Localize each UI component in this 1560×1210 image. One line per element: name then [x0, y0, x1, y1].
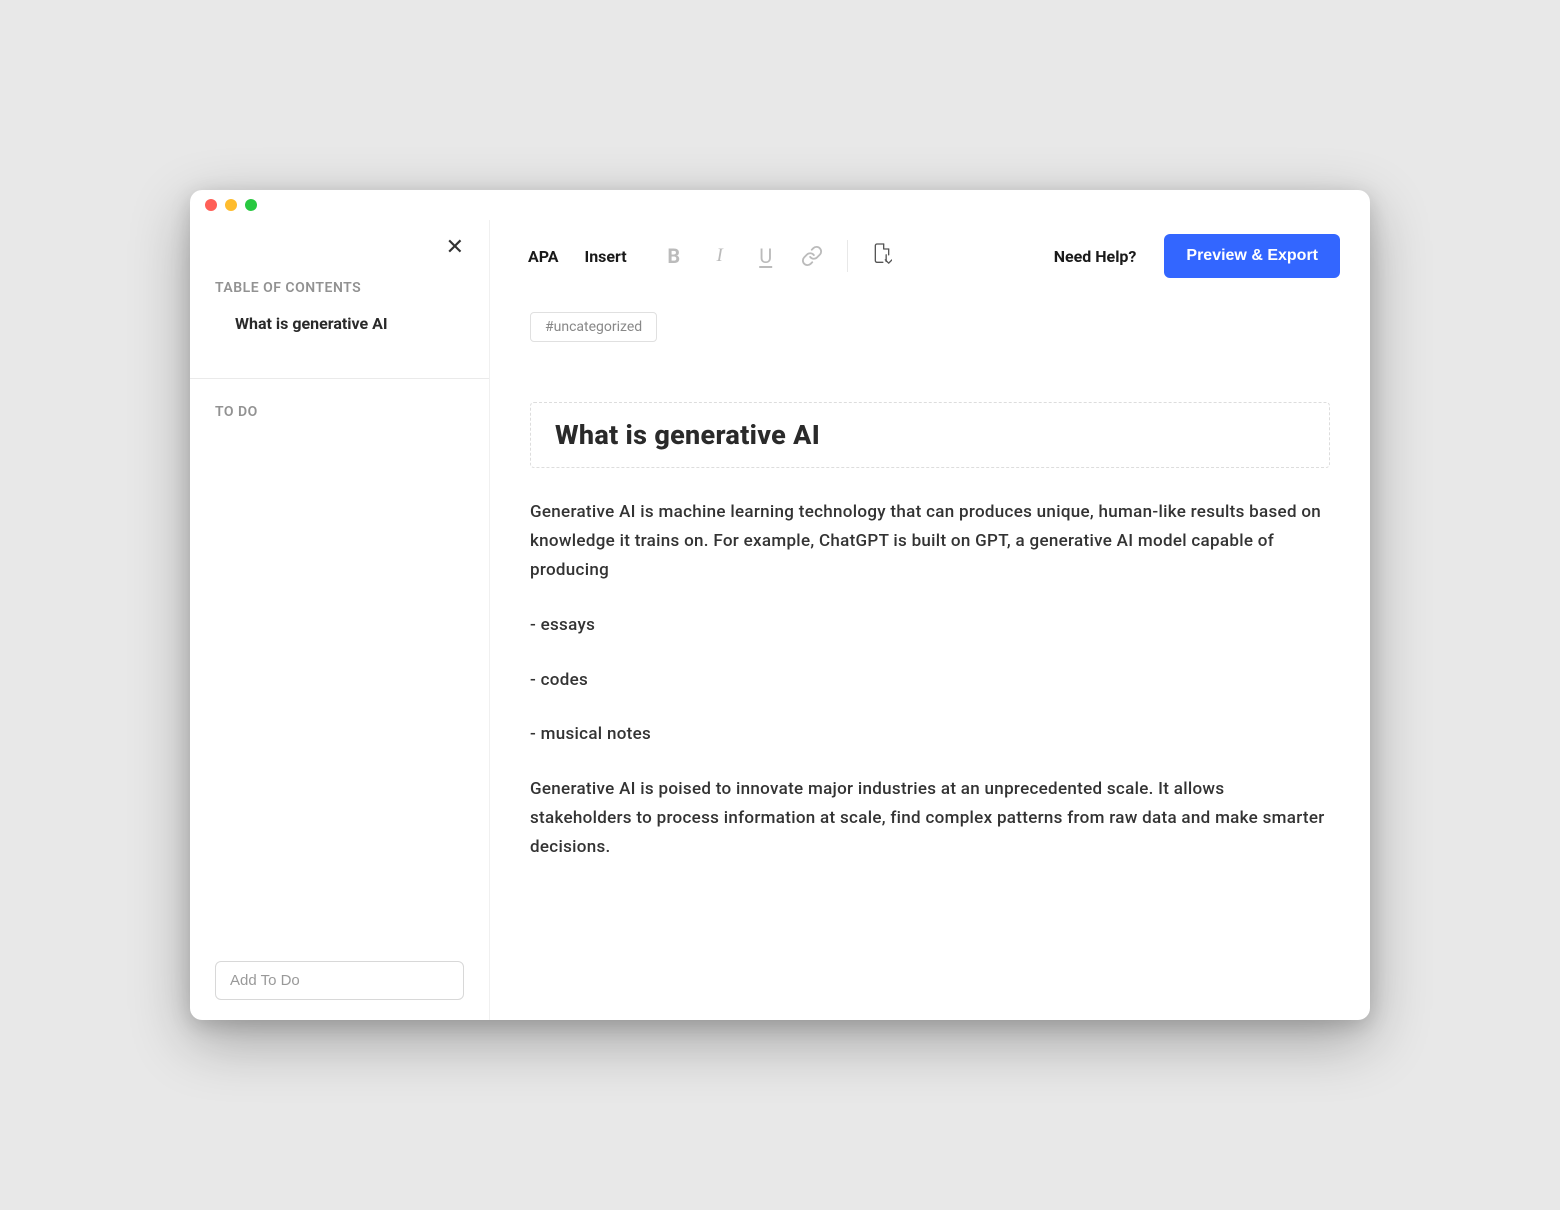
link-icon[interactable] [801, 245, 823, 267]
window-minimize-button[interactable] [225, 199, 237, 211]
window-maximize-button[interactable] [245, 199, 257, 211]
document-title-box[interactable]: What is generative AI [530, 402, 1330, 468]
sidebar: ✕ TABLE OF CONTENTS What is generative A… [190, 220, 490, 1020]
toolbar-divider [847, 240, 848, 272]
todo-input-wrapper [215, 961, 464, 1000]
toolbar: APA Insert B I U [490, 220, 1370, 292]
document-paragraph: - codes [530, 666, 1330, 695]
document-body[interactable]: Generative AI is machine learning techno… [530, 498, 1330, 862]
app-content: ✕ TABLE OF CONTENTS What is generative A… [190, 220, 1370, 1020]
page-export-icon[interactable] [872, 242, 892, 270]
help-link[interactable]: Need Help? [1054, 247, 1137, 266]
insert-button[interactable]: Insert [577, 241, 635, 272]
editor-area[interactable]: #uncategorized What is generative AI Gen… [490, 292, 1370, 1020]
toc-label: TABLE OF CONTENTS [215, 280, 464, 296]
document-paragraph: - musical notes [530, 720, 1330, 749]
citation-style-button[interactable]: APA [520, 241, 567, 272]
toc-item[interactable]: What is generative AI [215, 314, 464, 333]
document-paragraph: - essays [530, 611, 1330, 640]
document-tag[interactable]: #uncategorized [530, 312, 657, 342]
bold-icon[interactable]: B [663, 245, 685, 267]
close-sidebar-icon[interactable]: ✕ [446, 235, 464, 260]
document-paragraph: Generative AI is poised to innovate majo… [530, 775, 1330, 862]
sidebar-divider [190, 378, 489, 379]
document-title: What is generative AI [555, 419, 1305, 451]
preview-export-button[interactable]: Preview & Export [1164, 234, 1340, 278]
main-area: APA Insert B I U [490, 220, 1370, 1020]
underline-icon[interactable]: U [755, 245, 777, 267]
format-group: B I U [663, 245, 823, 267]
document-paragraph: Generative AI is machine learning techno… [530, 498, 1330, 585]
italic-icon[interactable]: I [709, 245, 731, 267]
app-window: ✕ TABLE OF CONTENTS What is generative A… [190, 190, 1370, 1020]
todo-section: TO DO [190, 404, 489, 1020]
todo-label: TO DO [215, 404, 464, 420]
table-of-contents-section: TABLE OF CONTENTS What is generative AI [190, 280, 489, 333]
add-todo-input[interactable] [215, 961, 464, 1000]
sidebar-header: ✕ [190, 220, 489, 280]
window-close-button[interactable] [205, 199, 217, 211]
window-titlebar [190, 190, 1370, 220]
